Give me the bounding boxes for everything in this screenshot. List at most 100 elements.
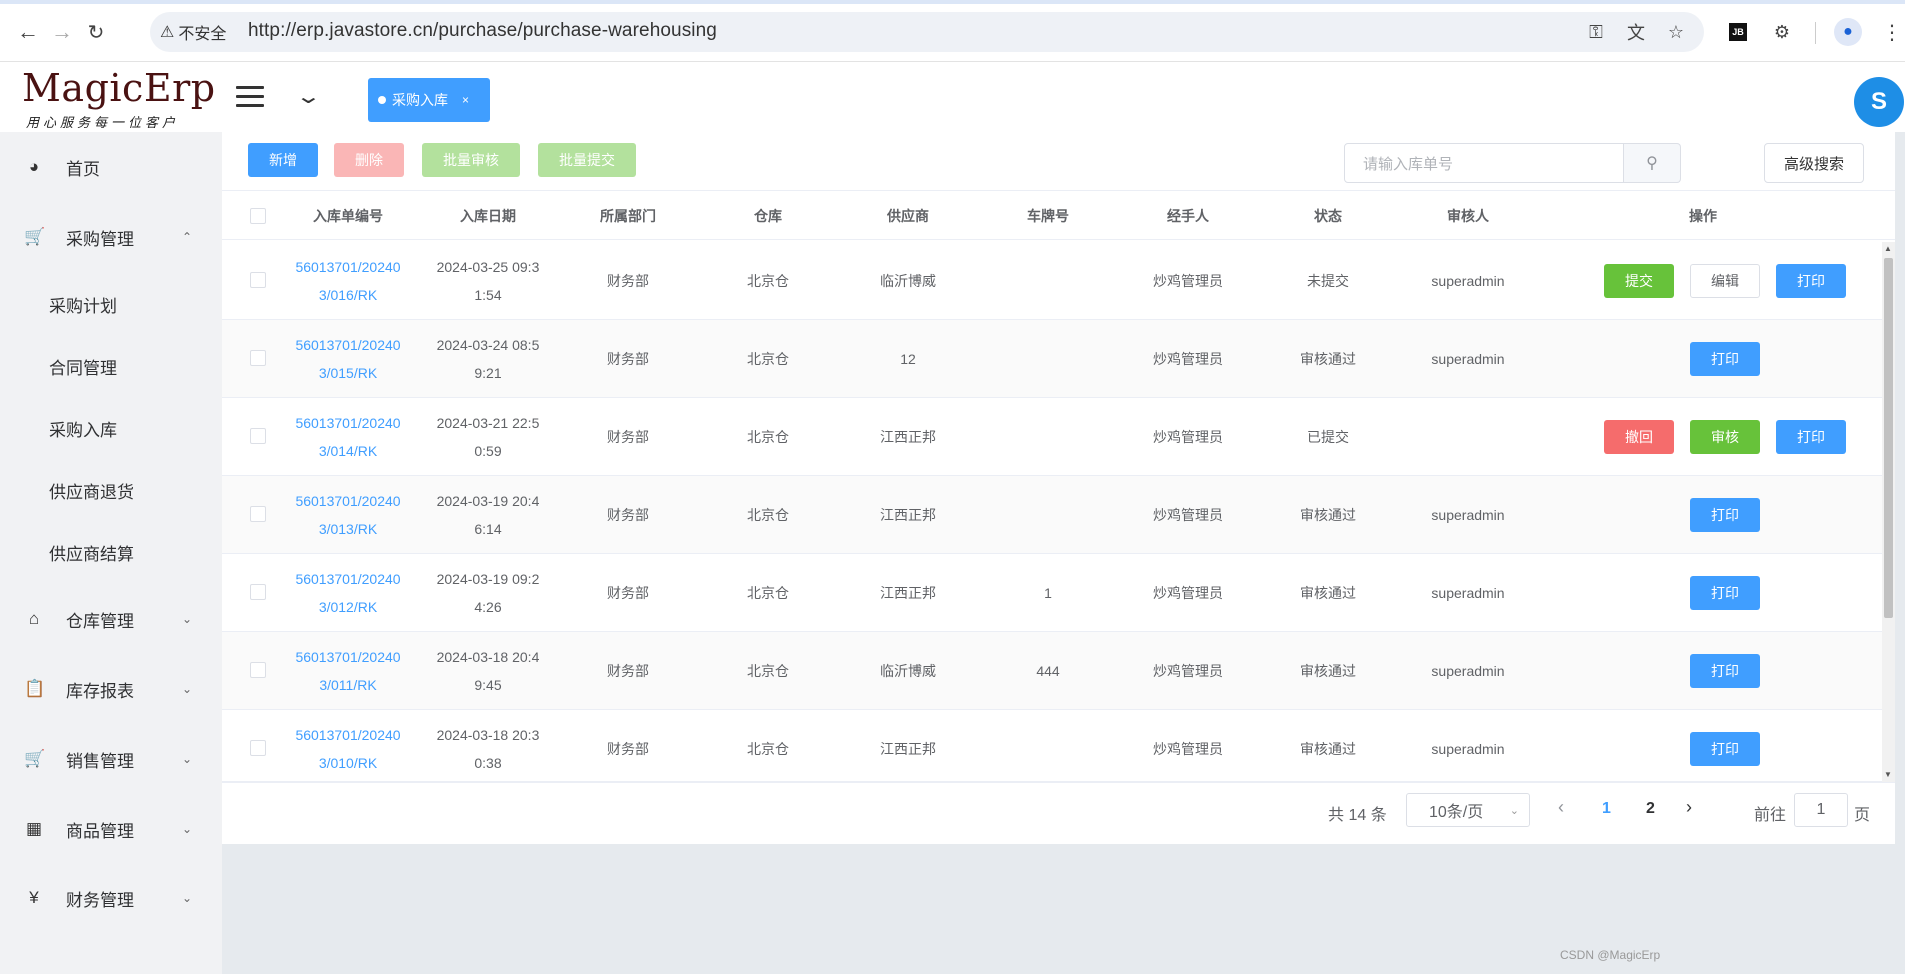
receipt-no-link[interactable]: 56013701/20240 3/015/RK bbox=[278, 320, 418, 398]
sidebar-item-inventory-report[interactable]: 📋 库存报表 ⌄ bbox=[0, 662, 222, 716]
auditor-cell bbox=[1398, 398, 1538, 476]
back-arrow-icon[interactable]: ← bbox=[14, 18, 42, 46]
warning-icon: ⚠ bbox=[160, 24, 175, 41]
browser-menu-icon[interactable]: ⋮ bbox=[1882, 18, 1902, 46]
tab-purchase-warehousing[interactable]: 采购入库 × bbox=[368, 78, 490, 122]
main-content: 新增 删除 批量审核 批量提交 请输入库单号 ⚲ 高级搜索 入库单编号 入库日期… bbox=[222, 132, 1905, 974]
col-header-department[interactable]: 所属部门 bbox=[558, 191, 698, 241]
withdraw-button[interactable]: 撤回 bbox=[1604, 420, 1674, 454]
col-header-supplier[interactable]: 供应商 bbox=[838, 191, 978, 241]
delete-button[interactable]: 删除 bbox=[334, 143, 404, 177]
receipt-no-link[interactable]: 56013701/20240 3/010/RK bbox=[278, 710, 418, 788]
star-icon[interactable]: ☆ bbox=[1662, 18, 1690, 46]
add-button[interactable]: 新增 bbox=[248, 143, 318, 177]
scroll-up-icon[interactable]: ▲ bbox=[1884, 244, 1892, 253]
sidebar-item-purchase-plan[interactable]: 采购计划 bbox=[0, 277, 222, 331]
reload-icon[interactable]: ↻ bbox=[82, 18, 110, 46]
sidebar-item-purchase-warehousing[interactable]: 采购入库 bbox=[0, 401, 222, 455]
sidebar-toggle-icon[interactable] bbox=[236, 86, 264, 108]
cart-icon: 🛒 bbox=[24, 227, 46, 246]
select-all-checkbox[interactable] bbox=[250, 208, 266, 224]
col-header-auditor[interactable]: 审核人 bbox=[1398, 191, 1538, 241]
receipt-no-link[interactable]: 56013701/20240 3/016/RK bbox=[278, 242, 418, 320]
table-row[interactable]: 56013701/20240 3/013/RK 2024-03-19 20:4 6:… bbox=[222, 476, 1882, 554]
page-2[interactable]: 2 bbox=[1646, 800, 1655, 818]
print-button[interactable]: 打印 bbox=[1690, 732, 1760, 766]
table-row[interactable]: 56013701/20240 3/011/RK 2024-03-18 20:4 9:… bbox=[222, 632, 1882, 710]
print-button[interactable]: 打印 bbox=[1690, 654, 1760, 688]
sidebar-item-supplier-return[interactable]: 供应商退货 bbox=[0, 463, 222, 517]
cart-icon: 🛒 bbox=[24, 749, 46, 768]
forward-arrow-icon[interactable]: → bbox=[48, 18, 76, 46]
sidebar-item-home[interactable]: ◕ 首页 bbox=[0, 140, 222, 194]
table-row[interactable]: 56013701/20240 3/010/RK 2024-03-18 20:3 0:… bbox=[222, 710, 1882, 782]
edit-button[interactable]: 编辑 bbox=[1690, 264, 1760, 298]
table-row[interactable]: 56013701/20240 3/014/RK 2024-03-21 22:5 0:… bbox=[222, 398, 1882, 476]
table-scrollbar[interactable]: ▲ ▼ bbox=[1882, 242, 1895, 782]
row-checkbox[interactable] bbox=[250, 350, 266, 366]
print-button[interactable]: 打印 bbox=[1776, 264, 1846, 298]
insecure-label: 不安全 bbox=[178, 26, 227, 43]
row-checkbox[interactable] bbox=[250, 740, 266, 756]
search-input[interactable]: 请输入库单号 bbox=[1344, 143, 1624, 183]
print-button[interactable]: 打印 bbox=[1690, 498, 1760, 532]
row-checkbox[interactable] bbox=[250, 272, 266, 288]
receipt-no-link[interactable]: 56013701/20240 3/014/RK bbox=[278, 398, 418, 476]
key-icon[interactable]: ⚿ bbox=[1582, 18, 1610, 46]
close-icon[interactable]: × bbox=[462, 93, 469, 107]
scrollbar-thumb[interactable] bbox=[1884, 258, 1893, 618]
table-row[interactable]: 56013701/20240 3/015/RK 2024-03-24 08:5 9:… bbox=[222, 320, 1882, 398]
url-text[interactable]: http://erp.javastore.cn/purchase/purchas… bbox=[248, 20, 717, 42]
print-button[interactable]: 打印 bbox=[1776, 420, 1846, 454]
extensions-puzzle-icon[interactable]: ⚙ bbox=[1768, 18, 1796, 46]
receipt-no-link[interactable]: 56013701/20240 3/013/RK bbox=[278, 476, 418, 554]
auditor-cell: superadmin bbox=[1431, 585, 1505, 601]
profile-icon[interactable]: ● bbox=[1834, 18, 1862, 46]
submit-button[interactable]: 提交 bbox=[1604, 264, 1674, 298]
search-icon[interactable]: ⚲ bbox=[1624, 143, 1681, 183]
status-cell: 审核通过 bbox=[1300, 663, 1356, 679]
col-header-status[interactable]: 状态 bbox=[1258, 191, 1398, 241]
sidebar-item-purchase[interactable]: 🛒 采购管理 ⌃ bbox=[0, 210, 222, 264]
receipt-no-link[interactable]: 56013701/20240 3/012/RK bbox=[278, 554, 418, 632]
print-button[interactable]: 打印 bbox=[1690, 342, 1760, 376]
row-checkbox[interactable] bbox=[250, 506, 266, 522]
table-row[interactable]: 56013701/20240 3/016/RK 2024-03-25 09:3 1:… bbox=[222, 242, 1882, 320]
audit-button[interactable]: 审核 bbox=[1690, 420, 1760, 454]
print-button[interactable]: 打印 bbox=[1690, 576, 1760, 610]
col-header-receipt-no[interactable]: 入库单编号 bbox=[278, 191, 418, 241]
col-header-date[interactable]: 入库日期 bbox=[418, 191, 558, 241]
sidebar-item-supplier-settlement[interactable]: 供应商结算 bbox=[0, 525, 222, 579]
goto-page-input[interactable]: 1 bbox=[1794, 793, 1848, 827]
department-cell: 财务部 bbox=[607, 507, 649, 523]
col-header-plate[interactable]: 车牌号 bbox=[978, 191, 1118, 241]
avatar[interactable]: S bbox=[1854, 77, 1904, 127]
translate-icon[interactable]: 文 bbox=[1622, 18, 1650, 46]
batch-audit-button[interactable]: 批量审核 bbox=[422, 143, 520, 177]
row-checkbox[interactable] bbox=[250, 584, 266, 600]
security-indicator[interactable]: ⚠ 不安全 bbox=[160, 20, 226, 44]
advanced-search-button[interactable]: 高级搜索 bbox=[1764, 143, 1864, 183]
scroll-down-icon[interactable]: ▼ bbox=[1884, 770, 1892, 779]
next-page-icon[interactable]: › bbox=[1686, 797, 1692, 818]
page-1[interactable]: 1 bbox=[1602, 800, 1611, 818]
receipt-no-link[interactable]: 56013701/20240 3/011/RK bbox=[278, 632, 418, 710]
col-header-handler[interactable]: 经手人 bbox=[1118, 191, 1258, 241]
sidebar-item-sales[interactable]: 🛒 销售管理 ⌄ bbox=[0, 732, 222, 786]
row-checkbox[interactable] bbox=[250, 428, 266, 444]
app-logo[interactable]: MagicErp 用心服务每一位客户 bbox=[0, 62, 222, 132]
browser-chrome: ← → ↻ ⚠ 不安全 http://erp.javastore.cn/purc… bbox=[0, 0, 1905, 62]
col-header-warehouse[interactable]: 仓库 bbox=[698, 191, 838, 241]
jetbrains-extension-icon[interactable]: JB bbox=[1724, 18, 1752, 46]
row-checkbox[interactable] bbox=[250, 662, 266, 678]
chevron-down-icon[interactable]: ⌄ bbox=[295, 84, 322, 109]
handler-cell: 炒鸡管理员 bbox=[1153, 429, 1223, 445]
sidebar-item-warehouse[interactable]: ⌂ 仓库管理 ⌄ bbox=[0, 592, 222, 646]
prev-page-icon[interactable]: ‹ bbox=[1558, 797, 1564, 818]
sidebar-item-finance[interactable]: ¥ 财务管理 ⌄ bbox=[0, 871, 222, 925]
sidebar-item-product[interactable]: ▦ 商品管理 ⌄ bbox=[0, 802, 222, 856]
sidebar-item-contract[interactable]: 合同管理 bbox=[0, 339, 222, 393]
table-row[interactable]: 56013701/20240 3/012/RK 2024-03-19 09:2 4:… bbox=[222, 554, 1882, 632]
page-size-select[interactable]: 10条/页 ⌄ bbox=[1406, 793, 1530, 827]
batch-submit-button[interactable]: 批量提交 bbox=[538, 143, 636, 177]
